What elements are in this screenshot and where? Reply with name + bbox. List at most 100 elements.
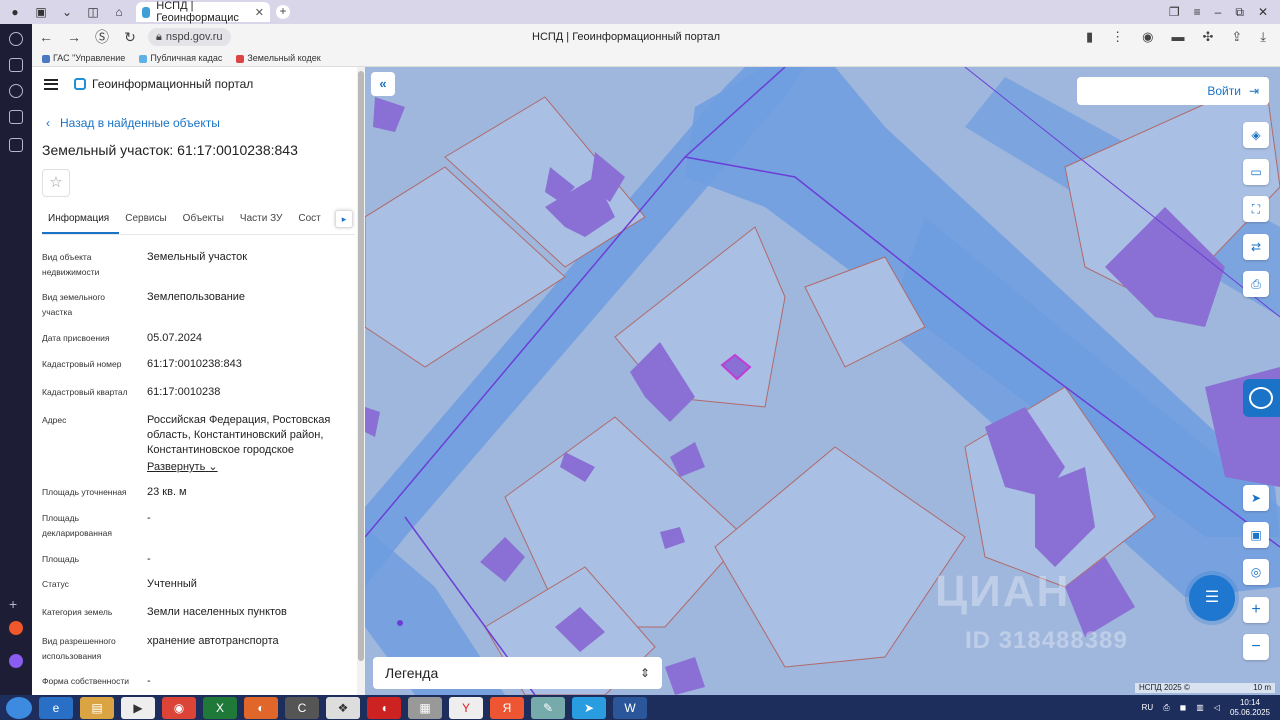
- expand-link[interactable]: Развернуть ⌄: [147, 460, 347, 475]
- download-icon[interactable]: ⤓: [1260, 29, 1266, 45]
- tab-counter-icon[interactable]: ▣: [30, 2, 52, 22]
- layers-button[interactable]: ◈: [1243, 122, 1269, 148]
- tab-parts[interactable]: Части ЗУ: [234, 207, 292, 234]
- zoom-out-button[interactable]: −: [1243, 634, 1269, 660]
- notes-icon[interactable]: [9, 58, 23, 72]
- minimap-button[interactable]: ▣: [1243, 522, 1269, 548]
- collapse-panel-button[interactable]: «: [371, 72, 395, 96]
- tabs-menu-icon[interactable]: ⌄: [56, 2, 78, 22]
- video-icon[interactable]: [9, 84, 23, 98]
- minimize-button[interactable]: –: [1215, 5, 1222, 20]
- print-button[interactable]: ⎙: [1243, 271, 1269, 297]
- back-icon[interactable]: ←: [32, 29, 60, 45]
- browser-tab-active[interactable]: НСПД | Геоинформацис ✕: [136, 0, 270, 24]
- login-button[interactable]: Войти ⇥: [1077, 77, 1269, 105]
- bookmark-item[interactable]: ГАС "Управление: [42, 53, 125, 63]
- word-icon[interactable]: W: [613, 696, 647, 719]
- zoom-in-button[interactable]: +: [1243, 597, 1269, 623]
- cadastral-map[interactable]: [365, 67, 1280, 695]
- favorite-star-button[interactable]: ☆: [42, 169, 70, 197]
- history-icon[interactable]: [9, 32, 23, 46]
- reload-icon[interactable]: ↻: [116, 29, 144, 46]
- ie-icon[interactable]: e: [39, 696, 73, 719]
- profile-icon[interactable]: ●: [4, 2, 26, 22]
- back-to-results-link[interactable]: ‹ Назад в найденные объекты: [46, 116, 220, 130]
- language-indicator[interactable]: RU: [1142, 703, 1154, 712]
- tab-information[interactable]: Информация: [42, 207, 120, 234]
- panel-scrollbar[interactable]: [357, 67, 365, 695]
- home-icon[interactable]: ⌂: [108, 2, 130, 22]
- system-tray: RU ⎙ ◼ ▥ ◁ 10:14 05.06.2025: [1142, 698, 1270, 718]
- restore-button[interactable]: ⧉: [1235, 5, 1244, 20]
- bookmark-item[interactable]: Публичная кадас: [139, 53, 222, 63]
- ruler-button[interactable]: ▭: [1243, 159, 1269, 185]
- browser-sidebar: +: [0, 24, 32, 695]
- site-favicon-icon: [142, 6, 151, 18]
- menu-icon[interactable]: ≡: [1194, 5, 1201, 20]
- forward-icon[interactable]: →: [60, 29, 88, 45]
- geolocation-button[interactable]: ➤: [1243, 485, 1269, 511]
- network-icon[interactable]: ▥: [1196, 703, 1204, 712]
- yandex-icon[interactable]: Ⓢ: [88, 27, 116, 47]
- chrome-icon[interactable]: ◉: [162, 696, 196, 719]
- new-tab-button[interactable]: +: [276, 5, 290, 19]
- building: [365, 407, 380, 437]
- share-icon[interactable]: ⇪: [1231, 29, 1242, 45]
- tab-objects[interactable]: Объекты: [177, 207, 234, 234]
- page-title-in-address: НСПД | Геоинформационный портал: [532, 31, 721, 43]
- explorer-icon[interactable]: ▤: [80, 696, 114, 719]
- volume-icon[interactable]: ◁: [1214, 703, 1220, 712]
- app-icon[interactable]: [9, 621, 23, 635]
- chat-fab-button[interactable]: ☰: [1189, 575, 1235, 621]
- login-icon: ⇥: [1248, 84, 1259, 98]
- alice-icon[interactable]: [9, 654, 23, 668]
- portal-logo[interactable]: Геоинформационный портал: [74, 77, 253, 91]
- yandex-browser-icon[interactable]: Y: [449, 696, 483, 719]
- extensions-icon[interactable]: ✣: [1202, 29, 1213, 45]
- telegram-icon[interactable]: ➤: [572, 696, 606, 719]
- watermark-text: ЦИАН: [935, 567, 1071, 616]
- location-search-button[interactable]: ◎: [1243, 559, 1269, 585]
- app-red-icon[interactable]: ◖: [367, 696, 401, 719]
- more-icon[interactable]: ⋮: [1111, 29, 1124, 45]
- yandex-icon[interactable]: Я: [490, 696, 524, 719]
- media-icon[interactable]: ▶: [121, 696, 155, 719]
- select-area-button[interactable]: ⛶: [1243, 196, 1269, 222]
- excel-icon[interactable]: X: [203, 696, 237, 719]
- tab-services[interactable]: Сервисы: [119, 207, 176, 234]
- tabs-scroll-right-icon[interactable]: ▸: [335, 210, 353, 228]
- map-canvas[interactable]: ЦИАН ID 318488389 « Войти ⇥ ◈ ▭ ⛶ ⇄ ⎙ ➤ …: [365, 67, 1280, 695]
- firefox-icon[interactable]: ◐: [244, 696, 278, 719]
- watermark-id: ID 318488389: [965, 627, 1128, 654]
- url-field[interactable]: 🔒︎ nspd.gov.ru: [148, 28, 231, 46]
- share-button[interactable]: ⇄: [1243, 234, 1269, 260]
- legend-dropdown[interactable]: Легенда ⇕: [373, 657, 662, 689]
- building: [665, 657, 705, 695]
- menu-burger-icon[interactable]: [44, 78, 58, 90]
- close-window-button[interactable]: ✕: [1258, 5, 1268, 20]
- extension-icon[interactable]: ◉: [1142, 29, 1153, 45]
- address-bar: ← → Ⓢ ↻ 🔒︎ nspd.gov.ru НСПД | Геоинформа…: [32, 24, 1280, 50]
- close-tab-icon[interactable]: ✕: [255, 6, 264, 19]
- pinned-tab-icon[interactable]: ◫: [82, 2, 104, 22]
- support-chat-button[interactable]: [1243, 379, 1280, 417]
- app-c-icon[interactable]: C: [285, 696, 319, 719]
- start-button[interactable]: [6, 696, 32, 719]
- bookmark-item[interactable]: Земельный кодек: [236, 53, 321, 63]
- paint-icon[interactable]: ✎: [531, 696, 565, 719]
- app-gray-icon[interactable]: ▦: [408, 696, 442, 719]
- panel-icon[interactable]: [9, 110, 23, 124]
- clock[interactable]: 10:14 05.06.2025: [1230, 698, 1270, 718]
- tab-state[interactable]: Сост: [292, 207, 330, 234]
- extension2-icon[interactable]: ▬: [1171, 29, 1184, 45]
- windows-taskbar: e ▤ ▶ ◉ X ◐ C ❖ ◖ ▦ Y Я ✎ ➤ W RU ⎙ ◼ ▥ ◁…: [0, 695, 1280, 720]
- printer-icon[interactable]: ⎙: [1163, 703, 1169, 713]
- screenshot-icon[interactable]: [9, 138, 23, 152]
- map-scale: НСПД 2025 © 10 m: [1135, 683, 1275, 693]
- info-panel: Геоинформационный портал ‹ Назад в найде…: [32, 67, 365, 695]
- bookmark-icon[interactable]: ▮: [1086, 29, 1093, 45]
- tray-app-icon[interactable]: ◼: [1180, 703, 1187, 712]
- app-icon[interactable]: ❖: [326, 696, 360, 719]
- collections-icon[interactable]: ❐: [1169, 5, 1180, 20]
- add-icon[interactable]: +: [9, 596, 23, 612]
